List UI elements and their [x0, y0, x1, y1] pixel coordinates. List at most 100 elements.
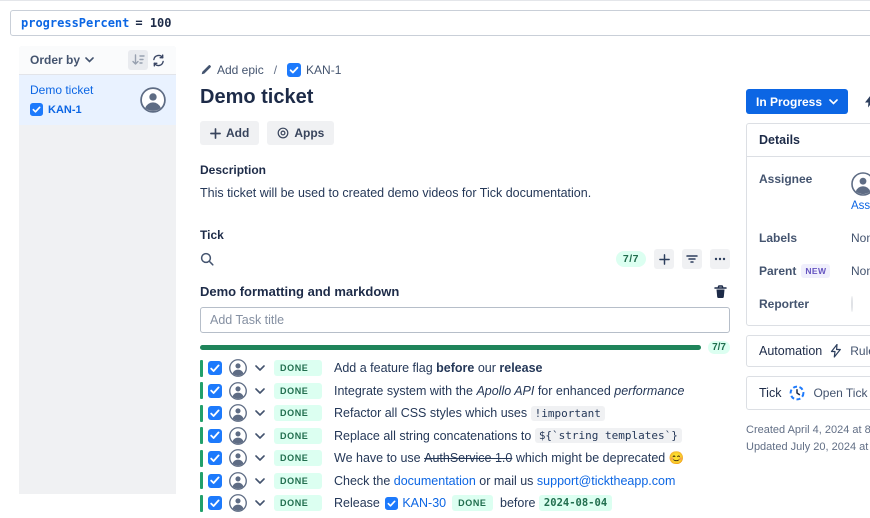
- task-assignee-avatar[interactable]: [229, 494, 247, 512]
- task-assignee-avatar[interactable]: [229, 427, 247, 445]
- task-segment-link[interactable]: documentation: [394, 474, 476, 488]
- assignee-field: Assignee Assign to me: [747, 157, 870, 220]
- person-avatar-icon: [229, 359, 247, 377]
- task-checkbox[interactable]: [208, 496, 222, 510]
- task-expand-toggle[interactable]: [255, 365, 265, 371]
- description-text[interactable]: This ticket will be used to created demo…: [200, 186, 730, 200]
- reporter-avatar[interactable]: [851, 296, 853, 312]
- chevron-down-icon: [255, 500, 265, 506]
- details-header[interactable]: Details: [747, 124, 870, 157]
- parent-value[interactable]: None: [851, 261, 870, 278]
- task-group-header: Demo formatting and markdown: [200, 284, 730, 299]
- task-checkbox[interactable]: [208, 451, 222, 465]
- check-icon: [210, 454, 220, 463]
- check-icon: [210, 386, 220, 395]
- task-assignee-avatar[interactable]: [229, 359, 247, 377]
- task-row: DONE Release KAN-30DONE before 2024-08-0…: [200, 495, 730, 511]
- task-status-bar: [200, 472, 203, 489]
- progress-variable-input[interactable]: progressPercent = 100: [10, 10, 870, 36]
- task-text[interactable]: Add a feature flag before our release: [334, 361, 542, 375]
- description-label: Description: [200, 163, 730, 177]
- check-icon: [210, 364, 220, 373]
- task-segment-bold: release: [499, 361, 542, 375]
- task-assignee-avatar[interactable]: [229, 404, 247, 422]
- task-text[interactable]: We have to use AuthService 1.0 which mig…: [334, 451, 684, 466]
- refresh-button[interactable]: [148, 50, 168, 70]
- task-segment-link[interactable]: support@ticktheapp.com: [537, 474, 675, 488]
- task-expand-toggle[interactable]: [255, 500, 265, 506]
- status-dropdown-button[interactable]: In Progress: [746, 89, 848, 114]
- apps-button[interactable]: Apps: [267, 121, 334, 145]
- assignee-avatar-icon: [140, 87, 166, 113]
- task-assignee-avatar[interactable]: [229, 472, 247, 490]
- reporter-field: Reporter: [747, 286, 870, 325]
- task-segment-plain: Add a feature flag: [334, 361, 436, 375]
- task-row: DONE Add a feature flag before our relea…: [200, 360, 730, 376]
- task-status-bar: [200, 382, 203, 399]
- task-segment-issue[interactable]: KAN-30: [385, 496, 446, 510]
- sidebar-item-demo-ticket[interactable]: Demo ticket KAN-1: [19, 75, 176, 125]
- task-text[interactable]: Refactor all CSS styles which uses !impo…: [334, 406, 605, 421]
- delete-group-button[interactable]: [711, 285, 730, 299]
- add-button-label: Add: [226, 126, 249, 140]
- task-expand-toggle[interactable]: [255, 410, 265, 416]
- more-options-button[interactable]: [710, 249, 730, 269]
- actions-button[interactable]: Actions: [864, 95, 870, 109]
- assign-to-me-link[interactable]: Assign to me: [851, 200, 870, 212]
- issue-main-panel: Add epic / KAN-1 Demo ticket Add Apps De…: [200, 63, 730, 518]
- task-status-badge[interactable]: DONE: [274, 405, 322, 421]
- task-text[interactable]: Release KAN-30DONE before 2024-08-04: [334, 495, 612, 511]
- add-task-input[interactable]: [200, 307, 730, 333]
- add-task-group-button[interactable]: [654, 249, 674, 269]
- task-segment-plain: which might be deprecated: [512, 451, 668, 465]
- task-text[interactable]: Check the documentation or mail us suppo…: [334, 474, 675, 488]
- person-avatar-icon: [229, 494, 247, 512]
- task-status-badge[interactable]: DONE: [274, 450, 322, 466]
- task-segment-plain: Check the: [334, 474, 394, 488]
- task-segment-plain: for enhanced: [534, 384, 614, 398]
- task-status-badge[interactable]: DONE: [274, 495, 322, 511]
- task-status-badge[interactable]: DONE: [274, 383, 322, 399]
- task-segment-plain: before: [497, 496, 539, 510]
- task-checkbox-icon: [30, 103, 43, 116]
- chevron-down-icon: [255, 410, 265, 416]
- task-checkbox[interactable]: [208, 406, 222, 420]
- task-segment-plain: Release: [334, 496, 383, 510]
- task-assignee-avatar[interactable]: [229, 382, 247, 400]
- plus-icon: [210, 128, 221, 139]
- tick-card[interactable]: Tick Open Tick: [746, 376, 870, 410]
- issue-key-link[interactable]: KAN-1: [287, 63, 341, 77]
- apps-button-label: Apps: [294, 126, 324, 140]
- task-checkbox[interactable]: [208, 474, 222, 488]
- add-epic-link[interactable]: Add epic: [200, 63, 264, 77]
- labels-field: Labels None: [747, 220, 870, 253]
- chevron-down-icon: [255, 478, 265, 484]
- task-status-bar: [200, 495, 203, 512]
- order-by-dropdown[interactable]: Order by: [30, 53, 94, 67]
- task-segment-date: 2024-08-04: [539, 495, 612, 511]
- task-text[interactable]: Replace all string concatenations to ${`…: [334, 428, 682, 443]
- automation-card[interactable]: Automation Rule executions: [746, 335, 870, 367]
- task-assignee-avatar[interactable]: [229, 449, 247, 467]
- task-status-badge[interactable]: DONE: [274, 473, 322, 489]
- task-expand-toggle[interactable]: [255, 388, 265, 394]
- task-segment-strike: AuthService 1.0: [424, 451, 512, 465]
- task-expand-toggle[interactable]: [255, 433, 265, 439]
- sort-direction-button[interactable]: [128, 50, 148, 70]
- task-row: DONE Integrate system with the Apollo AP…: [200, 383, 730, 399]
- search-button[interactable]: [200, 252, 214, 266]
- task-status-badge[interactable]: DONE: [274, 360, 322, 376]
- task-checkbox[interactable]: [208, 384, 222, 398]
- task-checkbox[interactable]: [208, 361, 222, 375]
- filter-button[interactable]: [682, 249, 702, 269]
- task-text[interactable]: Integrate system with the Apollo API for…: [334, 384, 684, 398]
- task-status-bar: [200, 405, 203, 422]
- task-expand-toggle[interactable]: [255, 478, 265, 484]
- task-status-badge[interactable]: DONE: [274, 428, 322, 444]
- task-expand-toggle[interactable]: [255, 455, 265, 461]
- labels-value[interactable]: None: [851, 228, 870, 245]
- assignee-label: Assignee: [759, 169, 851, 186]
- task-checkbox[interactable]: [208, 429, 222, 443]
- add-button[interactable]: Add: [200, 121, 259, 145]
- assignee-avatar-icon[interactable]: [851, 172, 870, 196]
